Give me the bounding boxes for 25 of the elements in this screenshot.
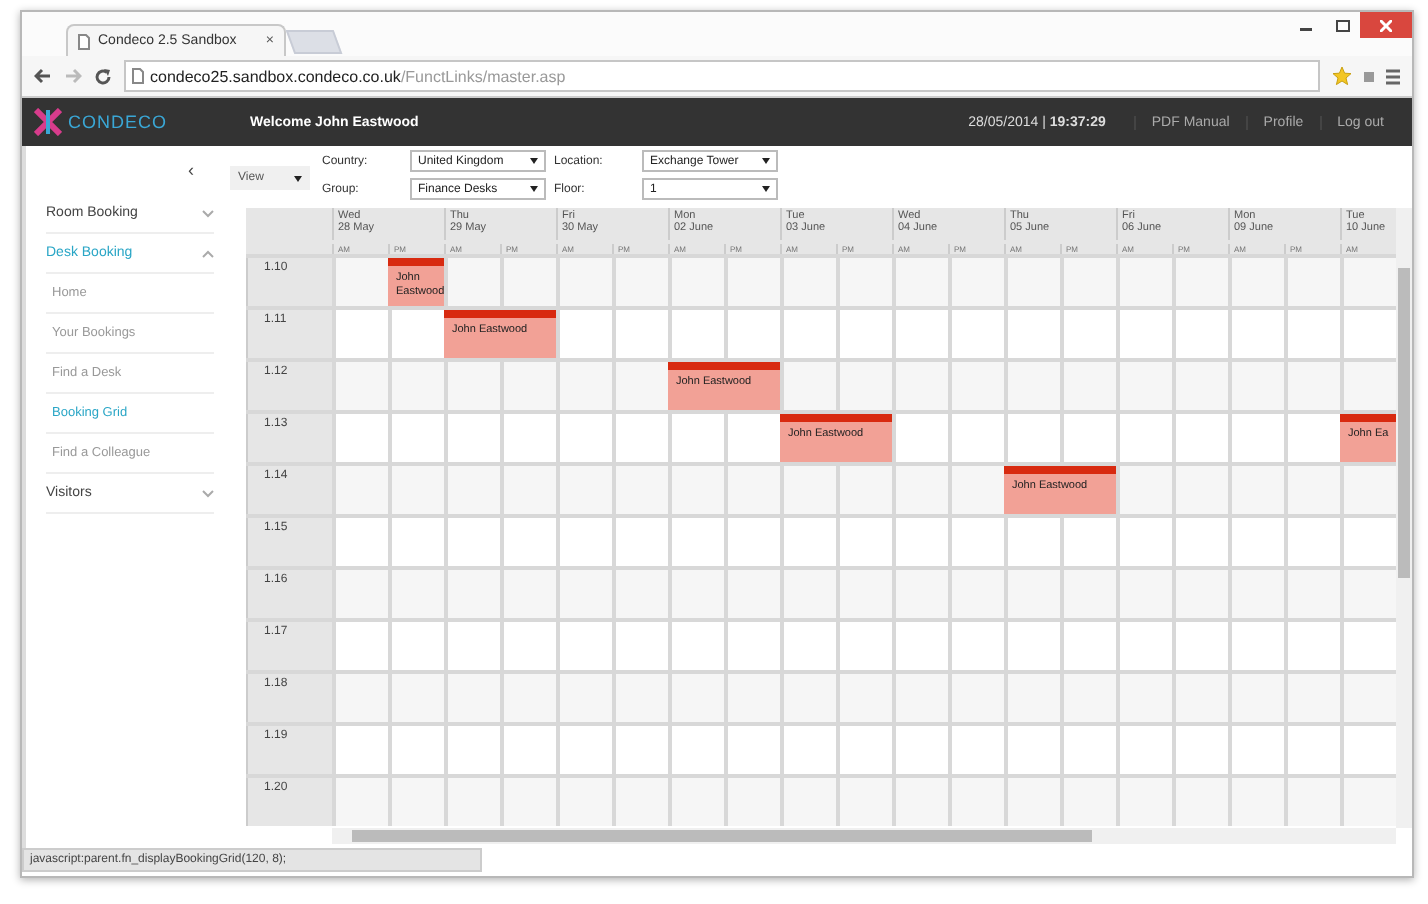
chevron-icon: [202, 489, 214, 497]
forward-icon[interactable]: [64, 68, 82, 84]
close-icon: [1380, 19, 1392, 31]
vertical-scrollbar[interactable]: [1396, 208, 1412, 828]
caret-icon: [762, 158, 770, 164]
chevron-icon: [202, 209, 214, 217]
new-tab-button[interactable]: [285, 30, 343, 54]
extension-icon[interactable]: [1364, 71, 1374, 81]
back-icon[interactable]: [34, 68, 52, 84]
caret-icon: [294, 175, 302, 181]
chevron-icon: [202, 249, 214, 257]
caret-icon: [530, 186, 538, 192]
page-icon: [78, 33, 90, 49]
star-icon[interactable]: [1332, 66, 1352, 86]
logo-icon: [34, 108, 62, 136]
horizontal-scrollbar[interactable]: [332, 828, 1396, 844]
address-bar[interactable]: condeco25.sandbox.condeco.co.uk/FunctLinks/master.asp: [124, 60, 1320, 92]
close-button[interactable]: [1360, 12, 1412, 38]
caret-icon: [762, 186, 770, 192]
logo-text: CONDECO: [68, 112, 168, 132]
collapse-button[interactable]: ‹: [188, 158, 194, 182]
menu-icon[interactable]: [1386, 67, 1400, 85]
reload-icon[interactable]: [94, 67, 112, 85]
caret-icon: [530, 158, 538, 164]
maximize-icon: [1335, 19, 1349, 31]
